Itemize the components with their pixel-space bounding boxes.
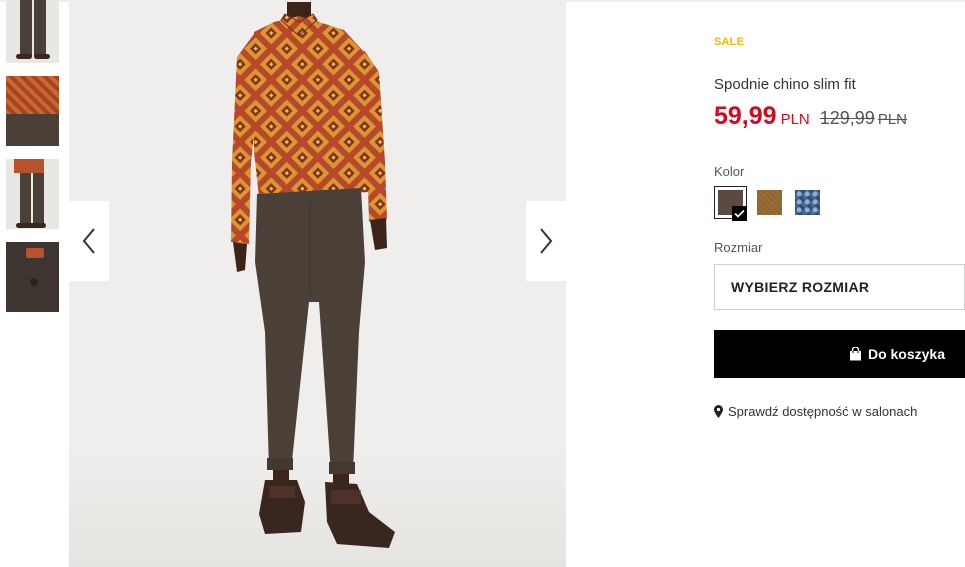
product-title: Spodnie chino slim fit	[714, 76, 856, 93]
store-availability-label: Sprawdź dostępność w salonach	[728, 404, 918, 419]
thumbnail-4[interactable]	[6, 242, 59, 312]
sale-price: 59,99	[714, 102, 777, 130]
color-swatch-camel[interactable]	[757, 190, 782, 215]
chevron-right-icon	[540, 228, 553, 254]
color-label: Kolor	[714, 164, 745, 179]
check-icon	[732, 206, 747, 221]
model-figure	[231, 2, 395, 548]
add-to-cart-button[interactable]: Do koszyka	[714, 330, 965, 378]
chevron-left-icon	[82, 228, 95, 254]
price-row: 59,99 PLN 129,99 PLN	[714, 102, 907, 131]
sale-badge: SALE	[714, 36, 745, 48]
thumbnail-2[interactable]	[6, 76, 59, 146]
size-select[interactable]: WYBIERZ ROZMIAR	[714, 264, 965, 310]
store-availability-link[interactable]: Sprawdź dostępność w salonach	[714, 404, 917, 419]
thumbnail-1[interactable]	[6, 0, 59, 63]
original-price-currency: PLN	[877, 111, 907, 128]
add-to-cart-label: Do koszyka	[867, 346, 945, 362]
shopping-bag-icon	[849, 347, 861, 361]
main-product-image	[69, 2, 566, 567]
sale-price-currency: PLN	[780, 111, 810, 128]
map-pin-icon	[714, 405, 723, 418]
gallery-next-button[interactable]	[526, 201, 566, 281]
gallery-prev-button[interactable]	[69, 201, 109, 281]
original-price: 129,99	[819, 108, 875, 128]
thumbnail-3[interactable]	[6, 159, 59, 229]
color-swatch-blue-pattern[interactable]	[795, 190, 820, 215]
size-select-placeholder: WYBIERZ ROZMIAR	[731, 279, 870, 295]
size-label: Rozmiar	[714, 240, 763, 255]
